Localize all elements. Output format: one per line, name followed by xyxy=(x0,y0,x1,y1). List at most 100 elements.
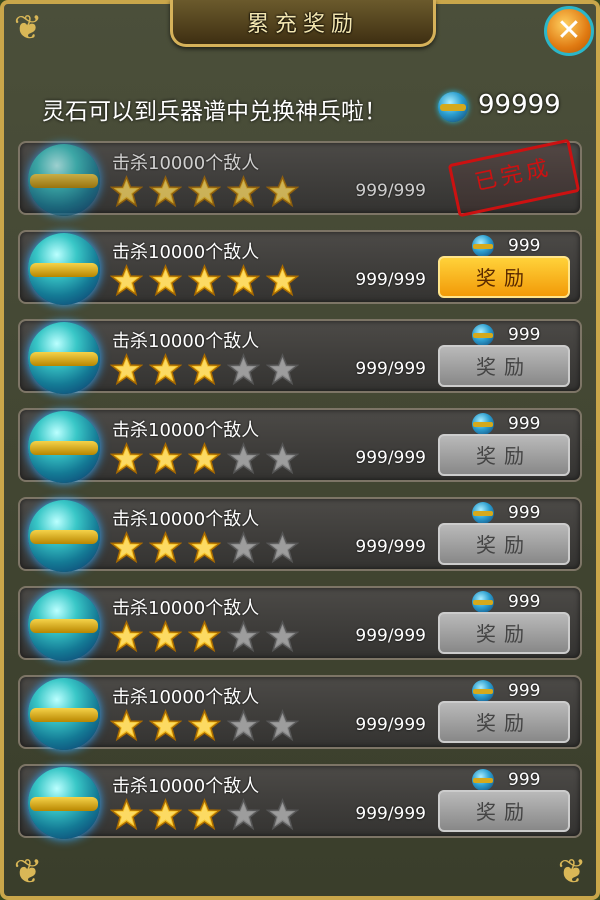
reward-orb-icon xyxy=(28,678,100,750)
star-empty-icon xyxy=(226,798,261,831)
page-title: 累充奖励 xyxy=(246,12,359,37)
star-rating xyxy=(109,353,305,386)
star-filled-icon xyxy=(148,531,183,564)
star-rating xyxy=(109,442,305,475)
star-filled-icon xyxy=(265,175,300,208)
star-filled-icon xyxy=(148,264,183,297)
star-empty-icon xyxy=(265,442,300,475)
task-progress: 999/999 xyxy=(355,448,426,468)
star-filled-icon xyxy=(187,798,222,831)
reward-row: 击杀10000个敌人 999/999 999 奖励 xyxy=(18,408,582,483)
task-title: 击杀10000个敌人 xyxy=(112,687,260,708)
task-title: 击杀10000个敌人 xyxy=(112,420,260,441)
task-title: 击杀10000个敌人 xyxy=(112,509,260,530)
reward-orb-icon xyxy=(28,589,100,661)
spirit-stone-icon xyxy=(472,769,494,791)
spirit-stone-icon xyxy=(472,235,494,257)
star-rating xyxy=(109,175,305,208)
claim-reward-button[interactable]: 奖励 xyxy=(438,790,570,832)
star-empty-icon xyxy=(265,620,300,653)
claim-reward-button[interactable]: 奖励 xyxy=(438,345,570,387)
star-empty-icon xyxy=(226,620,261,653)
total-spirit-stone-count: 99999 xyxy=(478,90,561,120)
star-filled-icon xyxy=(109,531,144,564)
star-filled-icon xyxy=(109,798,144,831)
task-title: 击杀10000个敌人 xyxy=(112,153,260,174)
task-progress: 999/999 xyxy=(355,270,426,290)
star-filled-icon xyxy=(148,175,183,208)
task-progress: 999/999 xyxy=(355,181,426,201)
task-progress: 999/999 xyxy=(355,537,426,557)
task-progress: 999/999 xyxy=(355,715,426,735)
reward-row: 击杀10000个敌人 999/999 999 奖励 xyxy=(18,497,582,572)
star-filled-icon xyxy=(187,709,222,742)
reward-orb-icon xyxy=(28,500,100,572)
claim-reward-button[interactable]: 奖励 xyxy=(438,612,570,654)
star-filled-icon xyxy=(109,175,144,208)
reward-row: 击杀10000个敌人 999/999 999 奖励 xyxy=(18,586,582,661)
reward-amount: 999 xyxy=(508,414,541,434)
reward-orb-icon xyxy=(28,411,100,483)
star-empty-icon xyxy=(226,531,261,564)
star-filled-icon xyxy=(148,620,183,653)
task-progress: 999/999 xyxy=(355,804,426,824)
reward-row: 击杀10000个敌人 999/999 999 奖励 xyxy=(18,764,582,839)
star-empty-icon xyxy=(265,709,300,742)
claim-reward-button[interactable]: 奖励 xyxy=(438,701,570,743)
task-title: 击杀10000个敌人 xyxy=(112,242,260,263)
task-title: 击杀10000个敌人 xyxy=(112,331,260,352)
star-filled-icon xyxy=(187,264,222,297)
star-filled-icon xyxy=(187,353,222,386)
corner-ornament-icon: ❦ xyxy=(13,8,43,48)
task-progress: 999/999 xyxy=(355,359,426,379)
reward-row: 击杀10000个敌人 999/999 999 奖励 xyxy=(18,319,582,394)
close-button[interactable]: ✕ xyxy=(544,6,594,56)
reward-orb-icon xyxy=(28,767,100,839)
spirit-stone-icon xyxy=(472,680,494,702)
star-empty-icon xyxy=(265,353,300,386)
star-empty-icon xyxy=(226,353,261,386)
reward-row: 击杀10000个敌人 999/999 已完成 xyxy=(18,138,582,218)
star-empty-icon xyxy=(226,709,261,742)
star-filled-icon xyxy=(109,353,144,386)
reward-amount: 999 xyxy=(508,770,541,790)
title-plate: 累充奖励 xyxy=(170,0,436,47)
star-empty-icon xyxy=(265,798,300,831)
reward-orb-icon xyxy=(28,144,100,216)
star-rating xyxy=(109,709,305,742)
task-title: 击杀10000个敌人 xyxy=(112,776,260,797)
spirit-stone-icon xyxy=(472,502,494,524)
star-filled-icon xyxy=(187,175,222,208)
reward-amount: 999 xyxy=(508,592,541,612)
spirit-stone-icon xyxy=(472,324,494,346)
star-filled-icon xyxy=(109,264,144,297)
star-rating xyxy=(109,620,305,653)
star-filled-icon xyxy=(187,531,222,564)
completed-stamp: 已完成 xyxy=(447,138,581,218)
star-filled-icon xyxy=(148,798,183,831)
star-filled-icon xyxy=(109,442,144,475)
star-filled-icon xyxy=(187,620,222,653)
reward-orb-icon xyxy=(28,233,100,305)
star-rating xyxy=(109,264,305,297)
claim-reward-button[interactable]: 奖励 xyxy=(438,523,570,565)
reward-row: 击杀10000个敌人 999/999 999 奖励 xyxy=(18,675,582,750)
claim-reward-button[interactable]: 奖励 xyxy=(438,434,570,476)
star-filled-icon xyxy=(187,442,222,475)
star-filled-icon xyxy=(226,175,261,208)
task-title: 击杀10000个敌人 xyxy=(112,598,260,619)
reward-amount: 999 xyxy=(508,325,541,345)
star-empty-icon xyxy=(265,531,300,564)
spirit-stone-icon xyxy=(472,413,494,435)
star-filled-icon xyxy=(148,709,183,742)
star-filled-icon xyxy=(265,264,300,297)
info-banner-text: 灵石可以到兵器谱中兑换神兵啦！ xyxy=(42,99,387,125)
corner-ornament-icon: ❦ xyxy=(557,852,587,892)
star-rating xyxy=(109,798,305,831)
claim-reward-button[interactable]: 奖励 xyxy=(438,256,570,298)
reward-amount: 999 xyxy=(508,681,541,701)
reward-row: 击杀10000个敌人 999/999 999 奖励 xyxy=(18,230,582,305)
spirit-stone-icon xyxy=(472,591,494,613)
star-filled-icon xyxy=(226,264,261,297)
star-filled-icon xyxy=(109,620,144,653)
